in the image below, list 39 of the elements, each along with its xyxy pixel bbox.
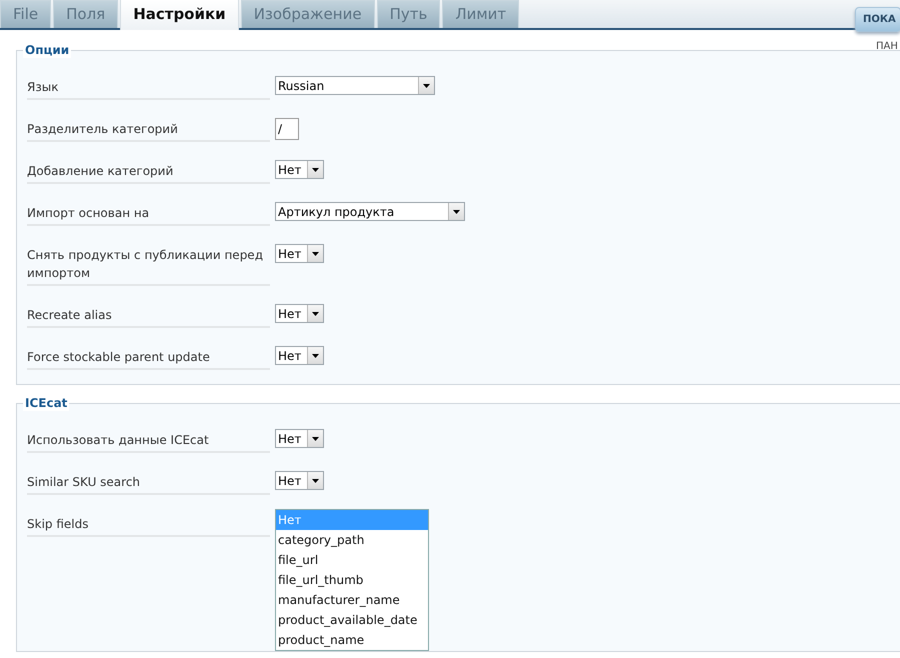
list-option[interactable]: file_url_thumb [276,570,428,590]
field-label: Similar SKU search [27,471,270,495]
caret-icon [423,84,430,88]
field-label: Использовать данные ICEcat [27,429,270,453]
field-label: Добавление категорий [27,160,270,184]
section-legend: Опции [23,43,72,58]
top-button[interactable]: ПОКА [855,7,900,32]
select-dropdown[interactable]: Нет [275,346,324,365]
caret-icon [312,168,320,172]
caret-icon [312,312,320,316]
field-label: Снять продукты с публикации перед импортом [27,244,270,286]
caret-icon [312,436,320,440]
input-field[interactable]: / [275,118,299,140]
select-dropdown[interactable]: Нет [275,471,324,490]
select-dropdown[interactable]: Нет [275,244,324,263]
list-option[interactable]: manufacturer_name [276,590,428,610]
caret-icon [312,354,320,358]
list-option[interactable]: product_name [276,630,428,650]
caret-icon [312,478,320,482]
tab[interactable]: Настройки [120,0,239,30]
list-box[interactable]: Нет category_path file_url file_url_thumb manufacturer_name product_available_date product_name [275,509,429,651]
field-label: Recreate alias [27,304,270,328]
caret-icon [453,210,460,214]
select-dropdown[interactable]: Артикул продукта [275,202,465,221]
select-dropdown[interactable]: Нет [275,429,324,448]
field-label: Force stockable parent update [27,346,270,370]
section-legend: ICEcat [23,396,70,411]
field-label: Skip fields [27,513,270,537]
select-dropdown[interactable]: Нет [275,160,324,179]
side-label: ПАН [876,41,898,52]
select-dropdown[interactable]: Russian [275,76,435,95]
caret-icon [312,252,320,256]
field-label: Язык [27,76,270,100]
field-label: Разделитель категорий [27,118,270,142]
select-dropdown[interactable]: Нет [275,304,324,323]
list-option[interactable]: category_path [276,530,428,550]
field-label: Импорт основан на [27,202,270,226]
list-option[interactable]: file_url [276,550,428,570]
list-option[interactable]: product_available_date [276,610,428,630]
